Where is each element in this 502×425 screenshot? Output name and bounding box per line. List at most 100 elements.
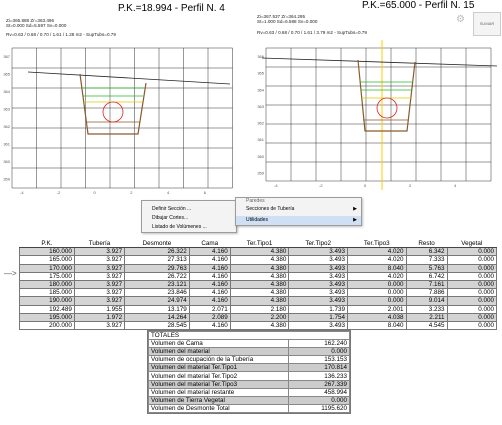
table-cell: 6.742 (405, 271, 448, 281)
table-row[interactable]: 200.000 3.927 28.545 4.160 4.380 3.493 8.040 4.… (19, 320, 498, 331)
column-header[interactable]: Desmonte (124, 240, 190, 249)
table-cell: 4.160 (188, 288, 231, 298)
table-cell: 4.160 (188, 271, 231, 281)
table-cell: 0.000 (446, 296, 498, 306)
totals-row: Volumen del material restante 458.994 (148, 387, 350, 397)
totals-row: Volumen del material Ter.Tipo3 267.339 (148, 379, 350, 389)
totals-label: Volumen de Cama (148, 339, 289, 349)
table-cell: 4.380 (229, 263, 290, 273)
y-tick-label: 359 (257, 170, 264, 175)
profile-canvas-right[interactable]: 366365364363362361360359 -4 -2 0 2 4 (252, 40, 502, 200)
table-cell: 23.846 (124, 288, 190, 298)
submenu-label: Paredes (246, 198, 265, 204)
table-cell: 170.000 (19, 263, 75, 273)
table-row[interactable]: 165.000 3.927 27.313 4.160 4.380 3.493 4.020 7.… (19, 255, 498, 265)
gear-icon[interactable]: ⚙ (456, 14, 465, 25)
table-cell: 180.000 (19, 279, 75, 290)
table-row[interactable]: 160.000 3.927 26.322 4.160 4.380 3.493 4.020 6.… (19, 247, 498, 257)
y-tick-label: 360 (3, 159, 10, 164)
column-header[interactable]: Ter.Tipo3 (347, 240, 407, 249)
table-cell: 0.000 (446, 263, 498, 273)
y-tick-label: 361 (257, 137, 264, 142)
x-tick-label: 0 (94, 190, 97, 195)
table-cell: 8.040 (346, 263, 407, 273)
table-cell: 200.000 (19, 320, 75, 331)
table-cell: 2.001 (346, 304, 407, 314)
table-cell: 7.886 (405, 288, 448, 298)
column-header[interactable]: Ter.Tipo2 (288, 240, 348, 249)
y-tick-label: 364 (257, 87, 264, 92)
totals-value: 458.994 (288, 387, 350, 397)
column-header[interactable]: Tubería (74, 240, 125, 249)
submenu-item-paredes[interactable]: Paredes (236, 198, 361, 205)
x-tick-label: 0 (364, 183, 367, 188)
profile-title: P.K.=18.994 - Perfil N. 4 (118, 3, 225, 14)
table-cell: 175.000 (19, 271, 75, 281)
sumar-tool-button[interactable]: SUMAR (473, 12, 501, 36)
table-cell: 26.322 (124, 247, 190, 257)
totals-value: 136.233 (288, 371, 350, 381)
column-header[interactable]: Vegetal (447, 240, 497, 249)
table-cell: 3.493 (288, 271, 348, 281)
column-header[interactable]: Cama (189, 240, 231, 249)
table-cell: 5.763 (405, 263, 448, 273)
totals-label: Volumen de ocupación de la Tubería (148, 355, 289, 365)
totals-label: Volumen del material restante (148, 387, 289, 397)
table-cell: 26.722 (124, 271, 190, 281)
table-cell: 1.972 (73, 312, 126, 322)
x-tick-label: 4 (454, 183, 457, 188)
table-cell: 2.180 (229, 304, 290, 314)
x-tick-label: -4 (274, 183, 278, 188)
menu-item-listado-volumenes[interactable]: Listado de Volúmenes ... (142, 223, 236, 232)
totals-label: Volumen del material (148, 347, 289, 357)
table-cell: 195.000 (19, 312, 75, 322)
table-row[interactable]: 192.489 1.955 13.179 2.071 2.180 1.739 2.001 3.… (19, 304, 498, 314)
table-cell: 4.160 (188, 247, 231, 257)
y-tick-label: 363 (3, 107, 10, 112)
y-tick-label: 363 (257, 104, 264, 109)
table-row[interactable]: 185.000 3.927 23.846 4.160 4.380 3.493 0.000 7.… (19, 288, 498, 298)
column-header[interactable]: Ter.Tipo1 (230, 240, 289, 249)
column-header[interactable]: P.K. (19, 240, 75, 249)
stats-line-2: St=0.000 Sd=5.597 Sv=0.000 (6, 23, 67, 29)
table-cell: 4.380 (229, 288, 290, 298)
menu-item-definir-seccion[interactable]: Definir Sección ... (142, 201, 236, 214)
totals-label: Volumen del material Ter.Tipo2 (148, 371, 289, 381)
table-cell: 1.754 (288, 312, 348, 322)
stats-line-2: St=1.000 Sd=6.588 Sv=0.000 (257, 19, 318, 25)
table-cell: 0.000 (446, 304, 498, 314)
chevron-right-icon: ▶ (353, 206, 357, 212)
table-cell: 3.927 (73, 288, 126, 298)
totals-row: Volumen de ocupación de la Tubería 153.15… (148, 355, 350, 365)
totals-row: Volumen del material Ter.Tipo1 170.814 (148, 363, 350, 373)
table-cell: 7.333 (405, 255, 448, 265)
table-row[interactable]: 170.000 3.927 29.763 4.160 4.380 3.493 8.040 5.… (19, 263, 498, 273)
table-cell: 0.000 (446, 255, 498, 265)
totals-value: 1195.620 (288, 403, 350, 413)
y-tick-label: 360 (257, 154, 264, 159)
menu-item-dibujar-cortes[interactable]: Dibujar Cortes... (142, 214, 236, 223)
table-cell: 13.179 (124, 304, 190, 314)
totals-value: 267.339 (288, 379, 350, 389)
x-ticks: -4 -2 0 2 4 (274, 183, 457, 188)
table-row[interactable]: 190.000 3.927 24.974 4.160 4.380 3.493 0.000 9.… (19, 296, 498, 306)
table-row[interactable]: 180.000 3.927 23.121 4.160 4.380 3.493 0.000 7.… (19, 279, 498, 290)
submenu-label: Utilidades (246, 217, 268, 223)
table-cell: 185.000 (19, 288, 75, 298)
table-cell: 3.493 (288, 320, 348, 331)
y-ticks: 366365364363362361360359 (257, 54, 264, 175)
table-cell: 9.014 (405, 296, 448, 306)
table-cell: 3.927 (73, 255, 126, 265)
profile-canvas-left[interactable]: 387 365 364 363 362 361 360 359 -4 -2 0 2 4 6 (0, 40, 245, 200)
sumar-label: SUMAR (479, 21, 495, 26)
stats-line-3: Rv=0.63 / 0.68 / 0.70 / 1.61 / 3.79 m2 -… (257, 29, 367, 35)
profile-grid (265, 47, 492, 182)
table-cell: 8.040 (346, 320, 407, 331)
table-row[interactable]: 195.000 1.972 14.264 2.089 2.200 1.754 4.038 2.… (19, 312, 498, 322)
submenu-item-secciones-tuberia[interactable]: Secciones de Tubería ▶ (236, 205, 361, 214)
table-cell: 4.020 (346, 247, 407, 257)
table-row[interactable]: 175.000 3.927 26.722 4.160 4.380 3.493 4.020 6.… (19, 271, 498, 281)
table-cell: 0.000 (346, 279, 407, 290)
column-header[interactable]: Resto (406, 240, 448, 249)
submenu-item-utilidades[interactable]: Utilidades ▶ (236, 216, 361, 225)
